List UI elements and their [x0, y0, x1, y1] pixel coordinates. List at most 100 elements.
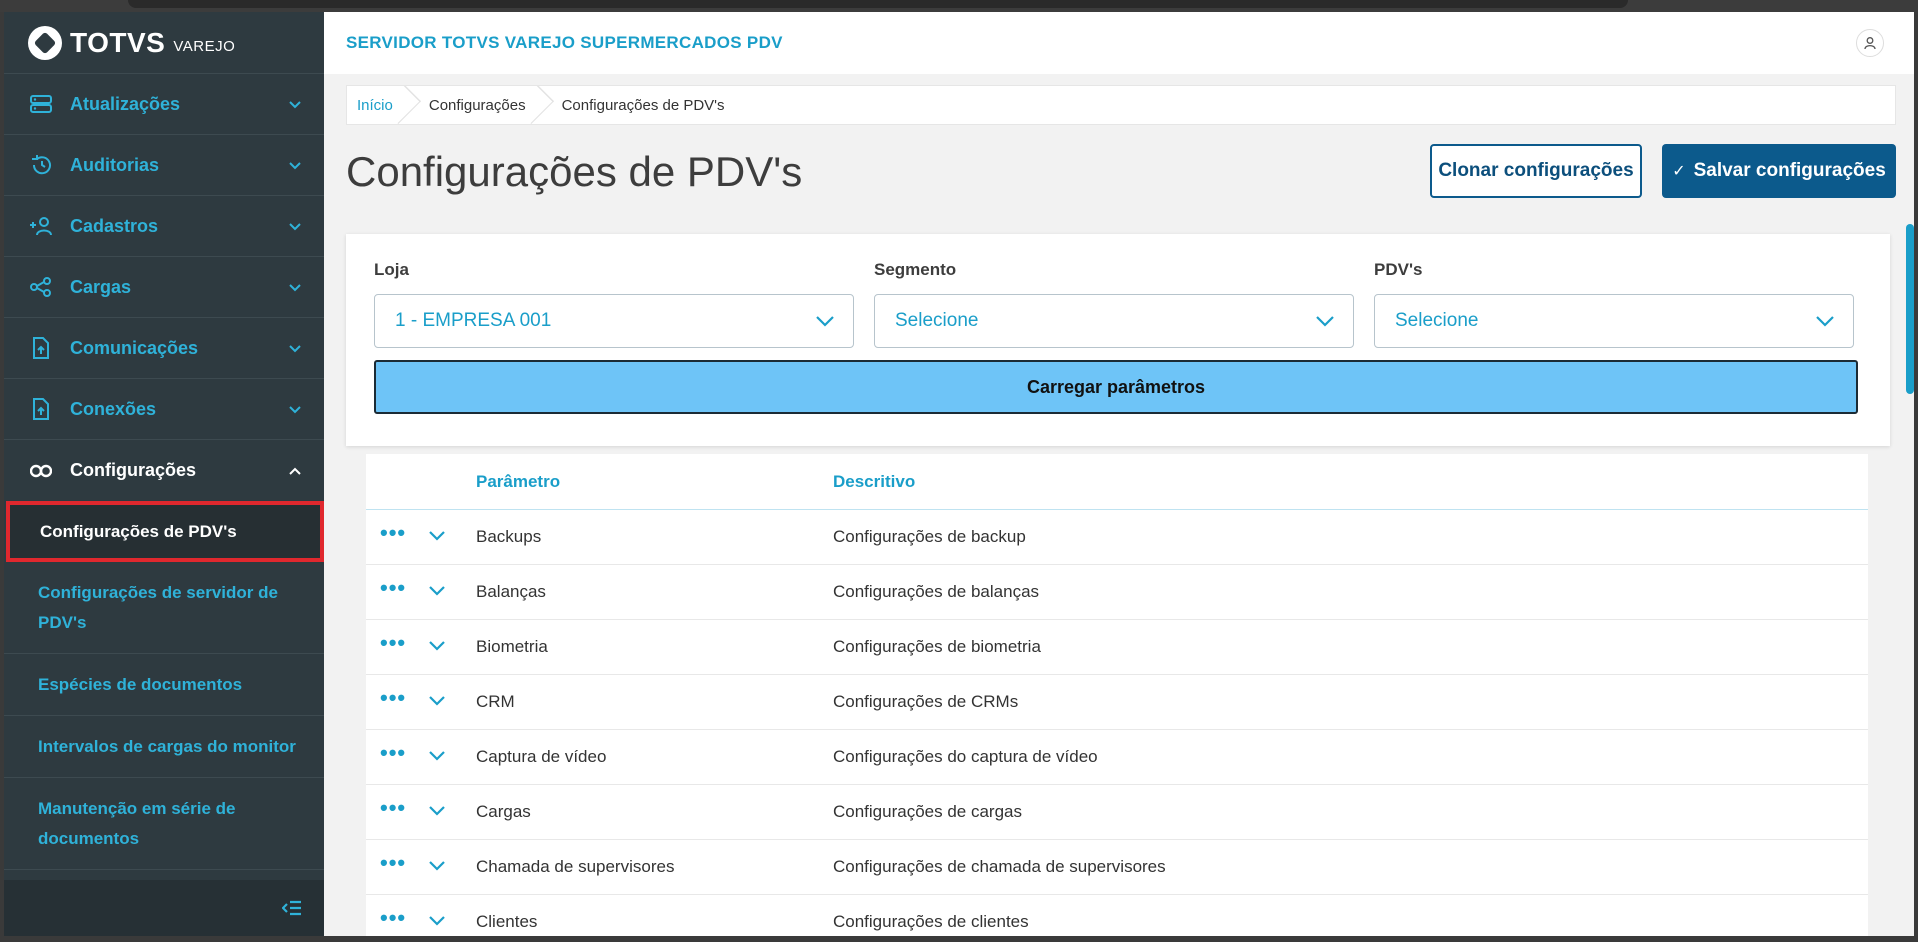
expand-chevron-icon[interactable] [428, 860, 446, 872]
sidebar-item-label: Cargas [70, 276, 132, 297]
row-parametro: Biometria [476, 637, 548, 656]
expand-chevron-icon[interactable] [428, 530, 446, 542]
row-descritivo: Configurações de cargas [833, 802, 1023, 821]
share-icon [28, 277, 54, 297]
chevron-down-icon [289, 345, 301, 353]
row-descritivo: Configurações de biometria [833, 637, 1041, 656]
expand-chevron-icon[interactable] [428, 695, 446, 707]
expand-chevron-icon[interactable] [428, 585, 446, 597]
window-frame: TOTVS VAREJO Atualizações Auditorias Cad… [0, 0, 1918, 942]
table-row[interactable]: ••• Backups Configurações de backup [366, 510, 1868, 565]
table-row[interactable]: ••• Balanças Configurações de balanças [366, 565, 1868, 620]
app-header: SERVIDOR TOTVS VAREJO SUPERMERCADOS PDV [324, 12, 1914, 74]
more-actions-icon[interactable]: ••• [380, 685, 406, 711]
chevron-down-icon [816, 316, 834, 327]
breadcrumb-inicio[interactable]: Início [347, 85, 407, 125]
pdvs-label: PDV's [1374, 260, 1423, 279]
sidebar-item-configuracoes[interactable]: Configurações [4, 440, 324, 501]
table-header: Parâmetro Descritivo [366, 454, 1868, 510]
row-parametro: Chamada de supervisores [476, 857, 675, 876]
more-actions-icon[interactable]: ••• [380, 795, 406, 821]
filter-panel: Loja 1 - EMPRESA 001 Segmento Selecione … [346, 234, 1890, 446]
row-descritivo: Configurações do captura de vídeo [833, 747, 1098, 766]
sidebar-subitem-manutencao-documentos[interactable]: Manutenção em série de documentos [4, 778, 324, 870]
table-body: ••• Backups Configurações de backup ••• Bala… [366, 510, 1868, 936]
column-header-parametro[interactable]: Parâmetro [476, 472, 560, 492]
loja-select[interactable]: 1 - EMPRESA 001 [374, 294, 854, 348]
table-row[interactable]: ••• Clientes Configurações de clientes [366, 895, 1868, 936]
address-bar [128, 0, 1628, 8]
table-row[interactable]: ••• Chamada de supervisores Configurações … [366, 840, 1868, 895]
row-descritivo: Configurações de backup [833, 527, 1026, 546]
upload-file-icon [28, 398, 54, 420]
page-scrollbar[interactable] [1906, 224, 1914, 394]
row-parametro: Backups [476, 527, 542, 546]
load-parameters-button[interactable]: Carregar parâmetros [374, 360, 1858, 414]
expand-chevron-icon[interactable] [428, 750, 446, 762]
table-row[interactable]: ••• Cargas Configurações de cargas [366, 785, 1868, 840]
save-config-label: Salvar configurações [1693, 160, 1886, 181]
sidebar-item-auditorias[interactable]: Auditorias [4, 135, 324, 196]
row-parametro: Captura de vídeo [476, 747, 607, 766]
clone-config-button[interactable]: Clonar configurações [1430, 144, 1642, 198]
chevron-down-icon [1816, 316, 1834, 327]
pdvs-select[interactable]: Selecione [1374, 294, 1854, 348]
segmento-value: Selecione [895, 310, 979, 331]
brand-logo[interactable]: TOTVS VAREJO [4, 12, 324, 74]
header-title: SERVIDOR TOTVS VAREJO SUPERMERCADOS PDV [346, 33, 783, 52]
configuracoes-submenu: Configurações de PDV's Configurações de … [4, 501, 324, 870]
breadcrumb-configuracoes[interactable]: Configurações [407, 85, 540, 125]
chevron-down-icon [289, 284, 301, 292]
sidebar-item-cargas[interactable]: Cargas [4, 257, 324, 318]
chevron-down-icon [289, 223, 301, 231]
breadcrumb-current: Configurações de PDV's [561, 96, 725, 114]
more-actions-icon[interactable]: ••• [380, 850, 406, 876]
expand-chevron-icon[interactable] [428, 640, 446, 652]
table-row[interactable]: ••• Captura de vídeo Configurações do capt… [366, 730, 1868, 785]
browser-top-strip [0, 0, 1918, 12]
sidebar-item-label: Auditorias [70, 154, 160, 175]
chevron-down-icon [289, 406, 301, 414]
parameters-table: Parâmetro Descritivo ••• Backups Configura… [366, 454, 1868, 936]
more-actions-icon[interactable]: ••• [380, 905, 406, 931]
sidebar-item-comunicacoes[interactable]: Comunicações [4, 318, 324, 379]
save-config-button[interactable]: ✓ Salvar configurações [1662, 144, 1896, 198]
check-icon: ✓ [1672, 163, 1686, 180]
segmento-select[interactable]: Selecione [874, 294, 1354, 348]
pdvs-value: Selecione [1395, 310, 1479, 331]
brand-name: TOTVS [70, 26, 166, 58]
chevron-up-icon [289, 467, 301, 475]
more-actions-icon[interactable]: ••• [380, 740, 406, 766]
sidebar-item-atualizacoes[interactable]: Atualizações [4, 74, 324, 135]
upload-file-icon [28, 337, 54, 359]
loja-value: 1 - EMPRESA 001 [395, 310, 552, 331]
link-icon [28, 461, 54, 481]
sidebar-item-conexoes[interactable]: Conexões [4, 379, 324, 440]
user-avatar-button[interactable] [1856, 29, 1884, 57]
sidebar-item-label: Configurações [70, 460, 197, 480]
sidebar-item-label: Atualizações [70, 93, 181, 114]
sidebar-subitem-configuracoes-pdvs[interactable]: Configurações de PDV's [6, 501, 324, 562]
more-actions-icon[interactable]: ••• [380, 575, 406, 601]
sidebar-item-cadastros[interactable]: Cadastros [4, 196, 324, 257]
sidebar-subitem-configuracoes-servidor[interactable]: Configurações de servidor de PDV's [4, 562, 324, 654]
collapse-sidebar-button[interactable] [4, 880, 324, 936]
row-parametro: Clientes [476, 912, 538, 931]
chevron-down-icon [289, 101, 301, 109]
row-descritivo: Configurações de chamada de supervisores [833, 857, 1166, 876]
chevron-down-icon [289, 162, 301, 170]
segmento-field: Segmento Selecione [874, 260, 1354, 348]
expand-chevron-icon[interactable] [428, 805, 446, 817]
row-parametro: Balanças [476, 582, 546, 601]
sidebar-subitem-especies-documentos[interactable]: Espécies de documentos [4, 654, 324, 716]
row-descritivo: Configurações de clientes [833, 912, 1029, 931]
sidebar-subitem-intervalos-cargas[interactable]: Intervalos de cargas do monitor [4, 716, 324, 778]
table-row[interactable]: ••• Biometria Configurações de biometria [366, 620, 1868, 675]
column-header-descritivo[interactable]: Descritivo [833, 472, 915, 492]
loja-label: Loja [374, 260, 409, 279]
more-actions-icon[interactable]: ••• [380, 520, 406, 546]
segmento-label: Segmento [874, 260, 957, 279]
table-row[interactable]: ••• CRM Configurações de CRMs [366, 675, 1868, 730]
more-actions-icon[interactable]: ••• [380, 630, 406, 656]
expand-chevron-icon[interactable] [428, 915, 446, 927]
